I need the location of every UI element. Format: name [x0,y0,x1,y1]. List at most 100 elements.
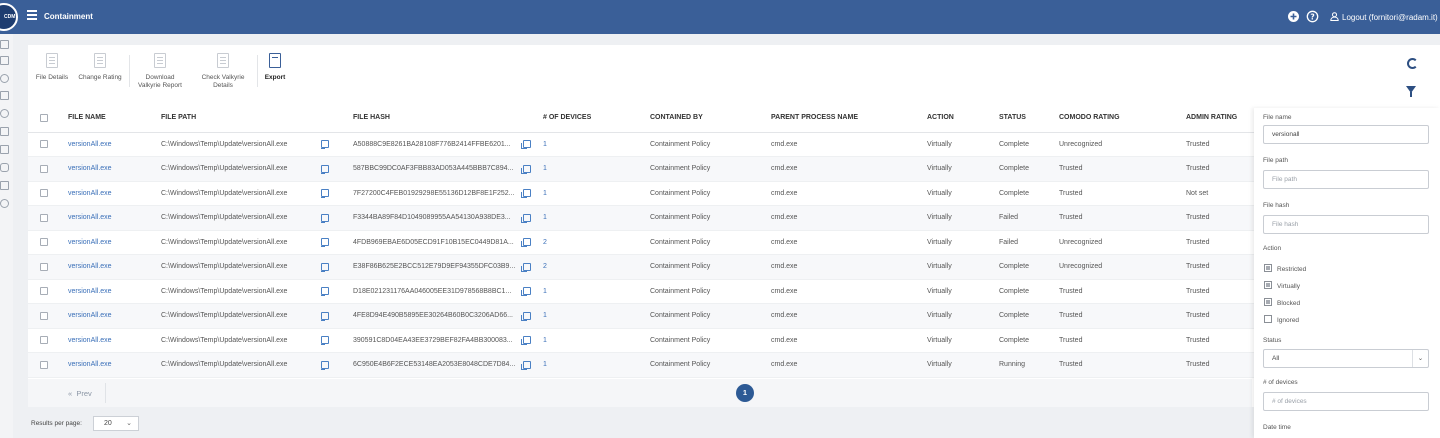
file-name-link[interactable]: versionAll.exe [68,214,112,221]
select-all-checkbox[interactable] [40,113,48,122]
app-logo[interactable]: CDM [0,3,18,31]
copy-hash-icon[interactable] [520,164,531,174]
table-row[interactable]: versionAll.exe C:\Windows\Temp\Update\ver… [28,303,1292,329]
copy-path-icon[interactable] [321,287,329,297]
row-checkbox[interactable] [40,287,48,296]
copy-path-icon[interactable] [321,360,329,370]
devices-count-link[interactable]: 2 [543,239,547,246]
devices-filter-input[interactable]: # of devices [1263,392,1429,411]
file-name-link[interactable]: versionAll.exe [68,165,112,172]
column-file-name[interactable]: FILE NAME [68,104,161,133]
column-action[interactable]: ACTION [927,104,999,133]
table-row[interactable]: versionAll.exe C:\Windows\Temp\Update\ver… [28,230,1292,255]
file-name-link[interactable]: versionAll.exe [68,239,112,246]
copy-hash-icon[interactable] [520,189,531,199]
copy-path-icon[interactable] [321,311,329,321]
copy-path-icon[interactable] [321,213,329,223]
action-virtually-checkbox[interactable]: Virtually [1264,281,1300,290]
file-name-link[interactable]: versionAll.exe [68,288,112,295]
devices-count-link[interactable]: 1 [543,190,547,197]
devices-count-link[interactable]: 1 [543,337,547,344]
row-checkbox[interactable] [40,189,48,198]
copy-path-icon[interactable] [321,262,329,272]
copy-hash-icon[interactable] [520,262,531,272]
file-name-link[interactable]: versionAll.exe [68,141,112,148]
table-row[interactable]: versionAll.exe C:\Windows\Temp\Update\ver… [28,181,1292,206]
table-row[interactable]: versionAll.exe C:\Windows\Temp\Update\ver… [28,132,1292,157]
column-file-hash[interactable]: FILE HASH [353,104,543,133]
copy-path-icon[interactable] [321,140,329,150]
file-name-link[interactable]: versionAll.exe [68,361,112,368]
security-icon[interactable] [0,127,9,136]
row-checkbox[interactable] [40,238,48,247]
status-filter-select[interactable]: All ⌄ [1263,349,1429,368]
column-comodo-rating[interactable]: COMODO RATING [1059,104,1186,133]
prev-page-button[interactable]: « Prev [68,389,92,398]
copy-path-icon[interactable] [321,189,329,199]
devices-icon[interactable] [0,56,9,65]
file-name-link[interactable]: versionAll.exe [68,337,112,344]
file-name-link[interactable]: versionAll.exe [68,263,112,270]
export-button[interactable]: Export [261,53,289,82]
table-row[interactable]: versionAll.exe C:\Windows\Temp\Update\ver… [28,205,1292,231]
row-checkbox[interactable] [40,262,48,271]
settings-icon[interactable] [0,199,9,208]
row-checkbox[interactable] [40,140,48,149]
check-valkyrie-details-button[interactable]: Check Valkyrie Details [196,53,250,90]
row-checkbox[interactable] [40,311,48,320]
file-name-link[interactable]: versionAll.exe [68,312,112,319]
row-checkbox[interactable] [40,164,48,173]
table-row[interactable]: versionAll.exe C:\Windows\Temp\Update\ver… [28,254,1292,280]
profiles-icon[interactable] [0,91,9,100]
column-parent-process[interactable]: PARENT PROCESS NAME [771,104,927,133]
reports-icon[interactable] [0,145,9,154]
copy-hash-icon[interactable] [520,336,531,346]
copy-hash-icon[interactable] [520,213,531,223]
shield-icon[interactable] [0,163,9,172]
column-file-path[interactable]: FILE PATH [161,104,321,133]
column-devices[interactable]: # OF DEVICES [543,104,650,133]
table-row[interactable]: versionAll.exe C:\Windows\Temp\Update\ver… [28,279,1292,304]
row-checkbox[interactable] [40,213,48,222]
devices-count-link[interactable]: 1 [543,214,547,221]
action-ignored-checkbox[interactable]: Ignored [1264,315,1299,324]
download-valkyrie-report-button[interactable]: Download Valkyrie Report [132,53,188,90]
file-name-link[interactable]: versionAll.exe [68,190,112,197]
table-row[interactable]: versionAll.exe C:\Windows\Temp\Update\ver… [28,352,1292,378]
column-status[interactable]: STATUS [999,104,1059,133]
license-icon[interactable] [0,181,9,190]
copy-hash-icon[interactable] [520,238,531,248]
devices-count-link[interactable]: 1 [543,141,547,148]
menu-icon[interactable] [27,10,37,20]
dashboard-icon[interactable] [0,40,9,49]
help-icon[interactable]: ? [1306,10,1319,23]
column-contained-by[interactable]: CONTAINED BY [650,104,771,133]
copy-hash-icon[interactable] [520,140,531,150]
copy-hash-icon[interactable] [520,287,531,297]
copy-path-icon[interactable] [321,164,329,174]
action-restricted-checkbox[interactable]: Restricted [1264,264,1306,273]
row-checkbox[interactable] [40,360,48,369]
copy-hash-icon[interactable] [520,360,531,370]
devices-count-link[interactable]: 1 [543,288,547,295]
devices-count-link[interactable]: 1 [543,361,547,368]
refresh-icon[interactable] [1407,58,1418,69]
change-rating-button[interactable]: Change Rating [76,53,124,82]
file-hash-filter-input[interactable]: File hash [1263,215,1429,234]
file-name-filter-input[interactable]: versionall [1263,125,1429,144]
file-path-filter-input[interactable]: File path [1263,170,1429,189]
file-details-button[interactable]: File Details [34,53,70,82]
devices-count-link[interactable]: 1 [543,312,547,319]
devices-count-link[interactable]: 2 [543,263,547,270]
table-row[interactable]: versionAll.exe C:\Windows\Temp\Update\ver… [28,156,1292,182]
row-checkbox[interactable] [40,336,48,345]
action-blocked-checkbox[interactable]: Blocked [1264,298,1300,307]
users-icon[interactable] [0,74,9,83]
table-row[interactable]: versionAll.exe C:\Windows\Temp\Update\ver… [28,328,1292,353]
copy-path-icon[interactable] [321,238,329,248]
devices-count-link[interactable]: 1 [543,165,547,172]
logout-link[interactable]: Logout (fornitori@radam.it) [1330,12,1438,22]
applications-icon[interactable] [0,109,9,118]
page-number-button[interactable]: 1 [736,384,754,402]
results-per-page-select[interactable]: 20 ⌄ [93,416,139,431]
